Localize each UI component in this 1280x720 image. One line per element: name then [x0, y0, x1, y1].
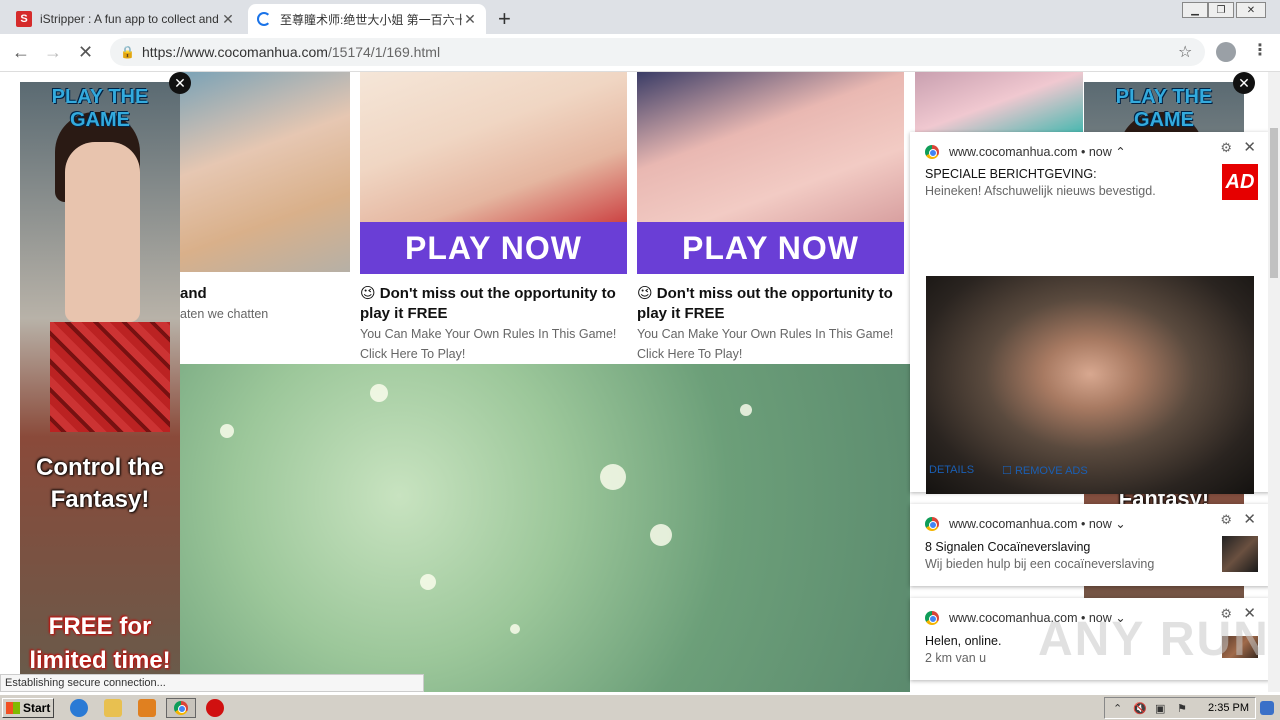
- address-bar[interactable]: 🔒 https://www.cocomanhua.com/15174/1/169…: [110, 38, 1205, 66]
- notification-message: 2 km van u: [925, 651, 987, 665]
- notification-source: www.cocomanhua.com • now ⌄: [925, 516, 1126, 531]
- background-image: [180, 364, 910, 692]
- chevron-down-icon[interactable]: ⌄: [1115, 516, 1125, 531]
- notification-actions: DETAILS ☐ REMOVE ADS: [929, 464, 1088, 477]
- ad-thumbnail[interactable]: [915, 72, 1083, 132]
- ad-image[interactable]: [637, 72, 904, 222]
- chrome-icon: [925, 610, 939, 625]
- security-app-icon[interactable]: [206, 699, 224, 717]
- ad-title[interactable]: and: [180, 284, 207, 304]
- notification-source: www.cocomanhua.com • now ⌃: [925, 144, 1126, 159]
- ad-image[interactable]: [180, 72, 350, 272]
- close-icon[interactable]: ✕: [1243, 510, 1256, 528]
- notification-message: Heineken! Afschuwelijk nieuws bevestigd.: [925, 184, 1156, 198]
- scrollbar-thumb[interactable]: [1270, 128, 1278, 278]
- volume-icon[interactable]: 🔇: [1133, 702, 1147, 715]
- notification-title: Helen, online.: [925, 634, 1002, 648]
- left-side-ad[interactable]: PLAY THE GAME Control the Fantasy! FREE …: [20, 82, 180, 674]
- close-icon[interactable]: ✕: [1243, 138, 1256, 156]
- new-tab-button[interactable]: +: [498, 6, 511, 32]
- tab-close-icon[interactable]: ✕: [462, 11, 478, 28]
- network-icon[interactable]: ▣: [1155, 702, 1165, 715]
- flag-icon[interactable]: ⚑: [1177, 702, 1187, 715]
- clock: 2:35 PM: [1208, 702, 1249, 714]
- chevron-up-icon[interactable]: ⌃: [1113, 702, 1122, 715]
- vertical-scrollbar[interactable]: [1268, 72, 1280, 692]
- ad-headline: PLAY THE GAME: [1115, 86, 1213, 131]
- tab-istripper[interactable]: S iStripper : A fun app to collect and w…: [8, 4, 244, 34]
- show-desktop-icon[interactable]: [1260, 701, 1274, 715]
- chrome-icon: [174, 701, 188, 715]
- bookmark-star-icon[interactable]: ☆: [1178, 42, 1192, 62]
- stop-loading-button[interactable]: ✕: [78, 42, 93, 63]
- ad-figure-body: [65, 142, 140, 322]
- ad-headline: PLAY THE GAME: [51, 86, 149, 131]
- ad-subtitle[interactable]: aten we chatten: [180, 304, 268, 324]
- minimize-button[interactable]: ▁: [1182, 2, 1208, 18]
- notification-popup[interactable]: www.cocomanhua.com • now ⌄ ⚙ ✕ 8 Signale…: [910, 504, 1270, 586]
- notification-title: SPECIALE BERICHTGEVING:: [925, 167, 1097, 181]
- start-button[interactable]: Start: [2, 698, 54, 718]
- kebab-menu-icon[interactable]: ⋮: [1252, 40, 1268, 60]
- close-ad-button[interactable]: ✕: [1233, 72, 1255, 94]
- screen: S iStripper : A fun app to collect and w…: [0, 0, 1280, 720]
- ad-figure-skirt: [50, 322, 170, 432]
- loading-spinner-icon: [256, 11, 272, 27]
- tab-close-icon[interactable]: ✕: [220, 11, 236, 28]
- tab-title: 至尊瞳术师:绝世大小姐 第一百六十: [280, 12, 462, 27]
- notification-popup[interactable]: www.cocomanhua.com • now ⌃ ⚙ ✕ SPECIALE …: [910, 132, 1270, 494]
- browser-toolbar: ← → ✕ 🔒 https://www.cocomanhua.com/15174…: [0, 34, 1280, 72]
- window-close-button[interactable]: ✕: [1236, 2, 1266, 18]
- notification-image: [926, 276, 1254, 494]
- profile-avatar-icon[interactable]: [1216, 42, 1236, 62]
- ad-logo-icon: AD: [1222, 164, 1258, 200]
- close-ad-button[interactable]: ✕: [169, 72, 191, 94]
- ad-subtitle[interactable]: You Can Make Your Own Rules In This Game…: [637, 324, 907, 364]
- chrome-taskbar-button[interactable]: [166, 698, 196, 718]
- ad-image[interactable]: [360, 72, 627, 222]
- status-bubble: Establishing secure connection...: [0, 674, 424, 692]
- url-host: https://www.cocomanhua.com: [142, 44, 328, 60]
- ie-icon[interactable]: [70, 699, 88, 717]
- forward-button[interactable]: →: [44, 42, 62, 63]
- details-button[interactable]: DETAILS: [929, 464, 974, 477]
- play-now-button[interactable]: PLAY NOW: [637, 222, 904, 274]
- ad-title[interactable]: 😉 Don't miss out the opportunity to play…: [637, 284, 904, 324]
- chevron-up-icon[interactable]: ⌃: [1115, 144, 1125, 159]
- back-button[interactable]: ←: [12, 42, 30, 63]
- ad-subtitle[interactable]: You Can Make Your Own Rules In This Game…: [360, 324, 630, 364]
- chrome-icon: [925, 144, 939, 159]
- remove-ads-button[interactable]: ☐ REMOVE ADS: [1002, 464, 1088, 477]
- anyrun-watermark: ANY RUN: [1038, 613, 1270, 666]
- play-now-button[interactable]: PLAY NOW: [360, 222, 627, 274]
- ad-tagline: Control the Fantasy!: [36, 454, 164, 513]
- media-player-icon[interactable]: [138, 699, 156, 717]
- ad-offer: FREE for limited time!: [29, 613, 171, 674]
- windows-logo-icon: [6, 702, 20, 714]
- lock-icon: 🔒: [120, 45, 135, 59]
- restore-button[interactable]: ❐: [1208, 2, 1234, 18]
- istripper-favicon-icon: S: [16, 11, 32, 27]
- gear-icon[interactable]: ⚙: [1220, 512, 1232, 528]
- url-path: /15174/1/169.html: [327, 44, 441, 60]
- notification-thumbnail: [1222, 536, 1258, 572]
- folder-icon[interactable]: [104, 699, 122, 717]
- notification-message: Wij bieden hulp bij een cocaïneverslavin…: [925, 557, 1155, 571]
- notification-title: 8 Signalen Cocaïneverslaving: [925, 540, 1091, 554]
- tab-strip: S iStripper : A fun app to collect and w…: [0, 0, 1280, 34]
- chrome-icon: [925, 516, 939, 531]
- taskbar: Start ⌃ 🔇 ▣ ⚑ 2:35 PM: [0, 694, 1280, 720]
- tab-title: iStripper : A fun app to collect and w: [40, 12, 220, 26]
- ad-title[interactable]: 😉 Don't miss out the opportunity to play…: [360, 284, 627, 324]
- tab-cocomanhua[interactable]: 至尊瞳术师:绝世大小姐 第一百六十 ✕: [248, 4, 486, 34]
- system-tray: ⌃ 🔇 ▣ ⚑ 2:35 PM: [1104, 697, 1256, 719]
- gear-icon[interactable]: ⚙: [1220, 140, 1232, 156]
